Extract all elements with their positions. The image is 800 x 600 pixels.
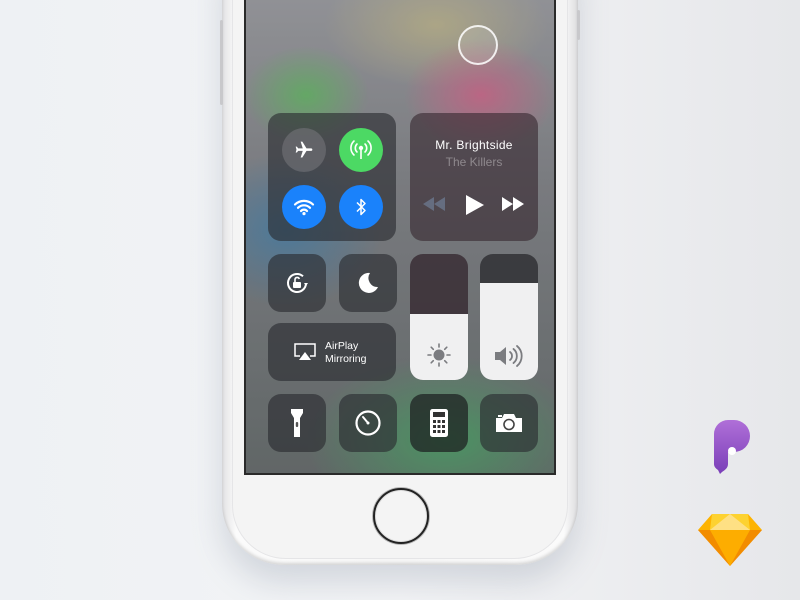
airplay-label-line1: AirPlay bbox=[325, 340, 359, 352]
principle-logo bbox=[710, 418, 756, 483]
bluetooth-icon bbox=[356, 198, 366, 216]
connectivity-panel bbox=[268, 113, 396, 241]
calculator-icon-wrap bbox=[410, 394, 468, 452]
rewind-icon bbox=[423, 197, 445, 211]
volume-slider[interactable] bbox=[480, 254, 538, 380]
volume-up-side-button bbox=[220, 20, 223, 60]
home-button[interactable] bbox=[373, 488, 429, 544]
moon-icon bbox=[358, 272, 378, 293]
sketch-logo bbox=[698, 512, 762, 573]
next-track-button[interactable] bbox=[502, 197, 524, 216]
sun-icon bbox=[427, 343, 451, 367]
wifi-icon bbox=[293, 199, 315, 216]
airplane-mode-toggle[interactable] bbox=[282, 128, 326, 172]
brightness-slider[interactable] bbox=[410, 254, 468, 380]
assistive-touch-button[interactable] bbox=[458, 25, 498, 65]
airplay-mirroring-button[interactable]: AirPlay Mirroring bbox=[268, 323, 396, 381]
cellular-data-toggle[interactable] bbox=[339, 128, 383, 172]
flashlight-icon-wrap bbox=[268, 394, 326, 452]
rotation-lock-icon-wrap bbox=[268, 254, 326, 312]
camera-icon bbox=[496, 414, 522, 432]
airplay-icon bbox=[294, 343, 316, 360]
music-panel: Mr. Brightside The Killers bbox=[410, 113, 538, 241]
previous-track-button[interactable] bbox=[423, 197, 445, 216]
timer-icon-wrap bbox=[339, 394, 397, 452]
timer-button[interactable] bbox=[339, 394, 397, 452]
moon-icon-wrap bbox=[339, 254, 397, 312]
fast-forward-icon bbox=[502, 197, 524, 211]
airplay-label-line2: Mirroring bbox=[325, 353, 367, 365]
calculator-button[interactable] bbox=[410, 394, 468, 452]
bluetooth-toggle[interactable] bbox=[339, 185, 383, 229]
timer-icon bbox=[355, 410, 381, 436]
power-side-button bbox=[577, 10, 580, 40]
do-not-disturb-button[interactable] bbox=[339, 254, 397, 312]
flashlight-button[interactable] bbox=[268, 394, 326, 452]
speaker-icon bbox=[495, 345, 523, 367]
calculator-icon bbox=[430, 409, 448, 437]
camera-icon-wrap bbox=[480, 394, 538, 452]
rotation-lock-button[interactable] bbox=[268, 254, 326, 312]
play-button[interactable] bbox=[466, 195, 484, 220]
song-artist: The Killers bbox=[445, 155, 503, 169]
airplane-icon bbox=[295, 141, 313, 158]
wifi-toggle[interactable] bbox=[282, 185, 326, 229]
sun-icon-wrap bbox=[410, 342, 468, 368]
speaker-icon-wrap bbox=[480, 344, 538, 368]
phone-screen: Mr. Brightside The Killers AirPlay Mirro… bbox=[244, 0, 556, 475]
flashlight-icon bbox=[291, 409, 303, 437]
rotation-lock-icon bbox=[287, 273, 308, 293]
airplay-label: AirPlay Mirroring bbox=[325, 340, 366, 366]
play-icon bbox=[466, 195, 484, 215]
principle-app-icon bbox=[714, 420, 750, 474]
volume-down-side-button bbox=[220, 55, 223, 105]
sketch-diamond-icon bbox=[698, 514, 762, 566]
antenna-icon bbox=[350, 140, 372, 159]
song-title: Mr. Brightside bbox=[435, 138, 513, 152]
camera-button[interactable] bbox=[480, 394, 538, 452]
